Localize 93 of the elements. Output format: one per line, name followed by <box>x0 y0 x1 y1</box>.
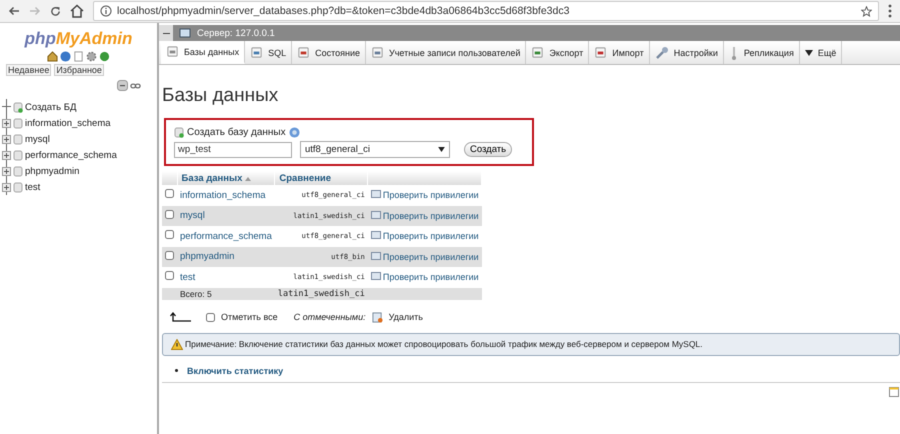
privileges-icon <box>370 272 381 280</box>
tab[interactable]: Учетные записи пользователей <box>366 41 526 64</box>
row-checkbox[interactable] <box>165 271 174 280</box>
privileges-icon <box>370 252 381 260</box>
server-icon <box>179 28 191 38</box>
tab[interactable]: Состояние <box>292 41 366 64</box>
tab[interactable]: Экспорт <box>526 41 590 64</box>
collapse-icon[interactable] <box>117 80 128 91</box>
database-icon <box>13 182 23 192</box>
column-header[interactable]: База данных <box>177 171 275 185</box>
database-icon <box>166 45 179 58</box>
expand-icon[interactable] <box>2 182 11 192</box>
expand-icon[interactable] <box>2 118 11 128</box>
server-title[interactable]: Сервер: 127.0.0.1 <box>197 28 275 38</box>
expand-icon[interactable] <box>2 150 11 160</box>
page-icon <box>531 46 544 59</box>
page-icon <box>594 46 608 59</box>
tab[interactable]: Базы данных <box>161 41 246 64</box>
select-all-checkbox[interactable] <box>206 312 215 322</box>
create-database-label: Создать базу данных <box>187 127 286 138</box>
row-checkbox[interactable] <box>165 189 174 198</box>
page-icon <box>371 46 384 59</box>
home-icon[interactable] <box>47 51 58 62</box>
new-database-icon <box>174 127 184 138</box>
page-heading: Базы данных <box>162 85 280 107</box>
expand-icon[interactable] <box>2 166 11 176</box>
tab[interactable]: SQL <box>245 41 292 64</box>
database-link[interactable]: mysql <box>177 206 275 226</box>
tree-item[interactable]: phpmyadmin <box>25 166 80 176</box>
tree-item[interactable]: information_schema <box>25 118 111 128</box>
row-checkbox[interactable] <box>165 210 174 219</box>
caret-icon <box>804 50 813 56</box>
sidebar-tab[interactable]: Избранное <box>54 64 104 76</box>
check-privileges-link[interactable]: Проверить привилегии <box>382 272 479 282</box>
back-icon[interactable] <box>8 6 20 16</box>
tab[interactable]: Импорт <box>589 41 650 64</box>
row-checkbox[interactable] <box>165 250 174 260</box>
with-selected-label: С отмеченными: <box>294 312 366 322</box>
tab[interactable]: Ещё <box>800 41 842 64</box>
create-button[interactable]: Создать <box>464 142 512 157</box>
row-checkbox[interactable] <box>165 230 174 240</box>
database-icon <box>13 166 23 176</box>
select-all-label[interactable]: Отметить все <box>221 312 278 322</box>
check-privileges-link[interactable]: Проверить привилегии <box>382 190 479 200</box>
document-icon[interactable] <box>73 51 84 62</box>
page-icon[interactable] <box>889 386 899 396</box>
database-name-field[interactable]: wp_test <box>174 142 292 158</box>
arrow-icon <box>170 312 192 322</box>
address-bar[interactable]: localhost/phpmyadmin/server_databases.php?db=&token=c3bde4db3a06864b3cc5d68f3bfe3dc3 <box>93 1 879 21</box>
table-cell: latin1_swedish_ci <box>274 288 368 300</box>
tree-item[interactable]: performance_schema <box>25 150 117 160</box>
tree-item[interactable]: mysql <box>25 134 50 144</box>
privileges-icon <box>370 231 381 240</box>
database-link[interactable]: test <box>177 267 275 288</box>
expand-icon[interactable] <box>2 134 11 144</box>
sort-icon <box>245 176 252 180</box>
page-icon <box>250 46 264 59</box>
privileges-icon <box>370 210 381 219</box>
caret-icon <box>438 147 445 152</box>
home-icon[interactable] <box>70 4 84 18</box>
sidebar-tab[interactable]: Недавнее <box>6 64 52 76</box>
database-icon <box>13 118 23 128</box>
database-icon <box>13 134 23 144</box>
database-link[interactable]: information_schema <box>177 185 275 206</box>
database-link[interactable]: performance_schema <box>177 226 275 246</box>
menu-icon[interactable] <box>888 4 892 18</box>
wrench-icon <box>654 46 669 60</box>
tab[interactable]: Настройки <box>650 41 724 64</box>
column-header[interactable]: Сравнение <box>274 171 368 185</box>
collapse-button[interactable] <box>159 25 173 41</box>
new-database-icon <box>13 102 23 112</box>
page-icon <box>297 46 310 59</box>
enable-statistics-link[interactable]: Включить статистику <box>187 366 284 376</box>
info-icon <box>100 5 112 17</box>
collation-dropdown[interactable]: utf8_general_ci <box>300 141 450 158</box>
settings-icon[interactable] <box>86 51 97 62</box>
warning-icon <box>171 338 183 350</box>
delete-icon[interactable] <box>372 312 383 322</box>
database-icon <box>13 150 23 160</box>
database-link[interactable]: phpmyadmin <box>177 246 275 267</box>
logo[interactable]: phpMyAdmin <box>0 29 157 49</box>
tree-item[interactable]: Создать БД <box>25 102 76 112</box>
url-text: localhost/phpmyadmin/server_databases.php?db=&token=c3bde4db3a06864b3cc5d68f3bfe3dc3 <box>117 5 570 17</box>
delete-button[interactable]: Удалить <box>388 312 423 322</box>
tab[interactable]: Репликация <box>724 41 800 64</box>
star-icon[interactable] <box>861 6 872 16</box>
privileges-icon <box>370 190 381 198</box>
notice-text: Примечание: Включение статистики баз данных может спровоцировать большой трафик между веб-сервером и сервером MySQL. <box>185 339 703 349</box>
bullet-icon <box>175 368 178 372</box>
tree-item[interactable]: test <box>25 182 40 192</box>
link-icon[interactable] <box>130 82 141 90</box>
check-privileges-link[interactable]: Проверить привилегии <box>382 231 479 242</box>
table-cell: Всего: 5 <box>177 288 275 300</box>
